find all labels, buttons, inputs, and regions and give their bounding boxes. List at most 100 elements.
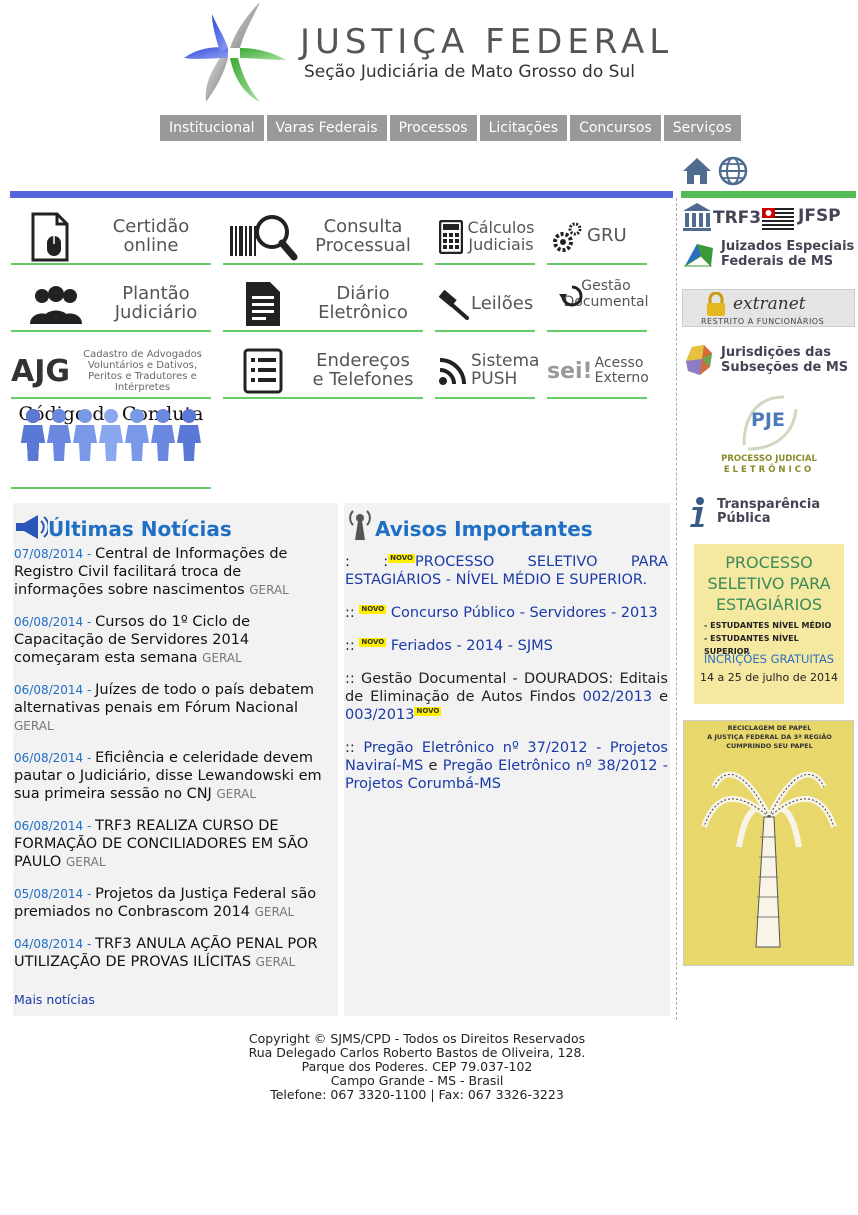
nav-item-varas-federais[interactable]: Varas Federais (266, 115, 387, 141)
news-category-tag: GERAL (249, 583, 289, 597)
main-nav: Institucional Varas Federais Processos L… (160, 115, 741, 141)
site-header: JUSTIÇA FEDERAL Seção Judiciária de Mato… (0, 0, 858, 112)
news-item[interactable]: 06/08/2014 - Eficiência e celeridade dev… (14, 749, 335, 803)
news-category-tag: GERAL (202, 651, 242, 665)
sistema-push-button[interactable]: Sistema PUSH (435, 345, 539, 399)
novo-badge: NOVO (414, 707, 442, 716)
news-date: 06/08/2014 - (14, 751, 96, 765)
enderecos-label: Endereços e Telefones (312, 350, 414, 390)
info-icon (690, 497, 704, 527)
news-item[interactable]: 06/08/2014 - TRF3 REALIZA CURSO DE FORMA… (14, 817, 335, 871)
people-group-icon (30, 286, 82, 324)
site-footer: Copyright © SJMS/CPD - Todos os Direitos… (0, 1032, 834, 1102)
transparencia-link[interactable]: Transparência Pública (682, 497, 856, 529)
poster-heading: RECICLAGEM DE PAPEL A JUSTIÇA FEDERAL DA … (707, 724, 832, 750)
extranet-link[interactable]: extranet RESTRITO A FUNCIONÁRIOS (682, 289, 855, 327)
gestao-documental-button[interactable]: Gestão Documental (547, 278, 649, 332)
aviso-link-feriados[interactable]: Feriados - 2014 - SJMS (391, 638, 553, 654)
site-subtitle: Seção Judiciária de Mato Grosso do Sul (304, 62, 635, 82)
consulta-processual-button[interactable]: Consulta Processual (223, 210, 423, 265)
sao-paulo-flag-icon (762, 208, 794, 230)
home-icon[interactable] (682, 156, 712, 186)
codigo-de-conduta-button[interactable]: Código de Conduta (11, 404, 211, 489)
news-category-tag: GERAL (216, 787, 257, 801)
more-news-link[interactable]: Mais notícias (14, 992, 95, 1007)
newspaper-icon (246, 282, 280, 326)
news-list: 07/08/2014 - Central de Informações de R… (14, 545, 335, 971)
extranet-sublabel: RESTRITO A FUNCIONÁRIOS (701, 317, 825, 326)
trf3-jfsp-links: TRF3 JFSP (682, 202, 856, 238)
ajg-button[interactable]: AJG Cadastro de Advogados Voluntários e D… (11, 345, 211, 399)
plantao-judiciario-button[interactable]: Plantão Judiciário (11, 278, 211, 332)
news-date: 04/08/2014 - (14, 937, 96, 951)
site-title: JUSTIÇA FEDERAL (300, 22, 674, 62)
jurisdicoes-link[interactable]: Jurisdições das Subseções de MS (682, 342, 856, 378)
ms-map-icon (683, 244, 713, 267)
enderecos-telefones-button[interactable]: Endereços e Telefones (223, 345, 423, 399)
globe-icon[interactable] (718, 156, 748, 186)
diario-label: Diário Eletrônico (318, 283, 408, 323)
novo-badge: NOVO (359, 638, 387, 647)
aviso-link-concurso[interactable]: Concurso Público - Servidores - 2013 (391, 605, 658, 621)
juizados-link[interactable]: Juizados Especiais Federais de MS (682, 239, 856, 270)
diario-eletronico-button[interactable]: Diário Eletrônico (223, 278, 423, 332)
antenna-icon (349, 510, 371, 540)
processo-seletivo-banner[interactable]: PROCESSO SELETIVO PARA ESTAGIÁRIOS - ESTUD… (694, 544, 844, 704)
nav-item-licitacoes[interactable]: Licitações (479, 115, 568, 141)
consulta-label: Consulta Processual (315, 215, 411, 256)
top-icons (682, 156, 748, 186)
juizados-label: Juizados Especiais Federais de MS (721, 239, 855, 269)
banner-title: PROCESSO SELETIVO PARA ESTAGIÁRIOS (707, 553, 831, 614)
news-item[interactable]: 06/08/2014 - Cursos do 1º Ciclo de Capac… (14, 613, 335, 667)
news-date: 06/08/2014 - (14, 683, 96, 697)
news-date: 06/08/2014 - (14, 615, 96, 629)
aviso-item: :: Pregão Eletrônico nº 37/2012 - Projet… (345, 740, 668, 792)
list-icon (243, 348, 283, 394)
rss-feed-icon (439, 358, 466, 385)
ajg-logo: AJG (11, 353, 71, 389)
footer-line: Parque dos Poderes. CEP 79.037-102 (301, 1059, 533, 1074)
certidao-online-button[interactable]: Certidão online (11, 210, 211, 265)
calculos-label: Cálculos Judiciais (467, 217, 535, 254)
nav-item-concursos[interactable]: Concursos (570, 115, 661, 141)
avisos-title: Avisos Importantes (345, 507, 668, 541)
news-item[interactable]: 04/08/2014 - TRF3 ANULA AÇÃO PENAL POR U… (14, 935, 335, 971)
jfsp-link[interactable]: JFSP (798, 206, 841, 226)
trf3-link[interactable]: TRF3 (713, 208, 761, 228)
gavel-icon (438, 289, 469, 320)
courthouse-icon[interactable] (682, 202, 712, 232)
news-category-tag: GERAL (255, 955, 296, 969)
calculos-judiciais-button[interactable]: Cálculos Judiciais (435, 210, 535, 265)
nav-item-processos[interactable]: Processos (389, 115, 477, 141)
news-category-tag: GERAL (14, 719, 54, 733)
recycling-poster[interactable]: RECICLAGEM DE PAPEL A JUSTIÇA FEDERAL DA … (683, 720, 854, 966)
gru-button[interactable]: GRU (547, 210, 647, 265)
nav-item-institucional[interactable]: Institucional (160, 115, 264, 141)
push-label: Sistema PUSH (471, 351, 540, 389)
aviso-link-edital-003[interactable]: 003/2013 (345, 707, 414, 723)
footer-line: Telefone: 067 3320-1100 | Fax: 067 3326-… (270, 1087, 564, 1102)
news-panel: Últimas Notícias 07/08/2014 - Central de… (13, 503, 338, 1016)
leiloes-button[interactable]: Leilões (435, 278, 535, 332)
news-item[interactable]: 06/08/2014 - Juízes de todo o país debat… (14, 681, 335, 735)
news-item[interactable]: 05/08/2014 - Projetos da Justiça Federal… (14, 885, 335, 921)
calculator-icon (439, 219, 463, 254)
avisos-panel: Avisos Importantes : : NOVO PROCESSO SELET… (344, 503, 670, 1016)
nav-item-servicos[interactable]: Serviços (663, 115, 741, 141)
plantao-label: Plantão Judiciário (114, 283, 198, 323)
novo-badge: NOVO (388, 554, 415, 563)
leiloes-label: Leilões (471, 292, 534, 314)
sidebar-top-bar (681, 191, 856, 198)
pje-link[interactable]: PJE PROCESSO JUDICIAL ELETRÔNICO (682, 393, 856, 479)
jurisdicoes-label: Jurisdições das Subseções de MS (721, 345, 849, 375)
justica-federal-logo-icon[interactable] (182, 2, 286, 102)
news-item[interactable]: 07/08/2014 - Central de Informações de R… (14, 545, 335, 599)
news-category-tag: GERAL (254, 905, 295, 919)
gru-label: GRU (587, 225, 627, 247)
sei-acesso-externo-button[interactable]: sei! Acesso Externo (547, 345, 649, 399)
aviso-link-edital-002[interactable]: 002/2013 (583, 689, 652, 705)
jurisdiction-map-icon (686, 345, 712, 375)
banner-free: INCRIÇÕES GRATUITAS (703, 652, 835, 666)
sei-logo: sei! (547, 358, 593, 384)
extranet-label: extranet (733, 294, 806, 314)
